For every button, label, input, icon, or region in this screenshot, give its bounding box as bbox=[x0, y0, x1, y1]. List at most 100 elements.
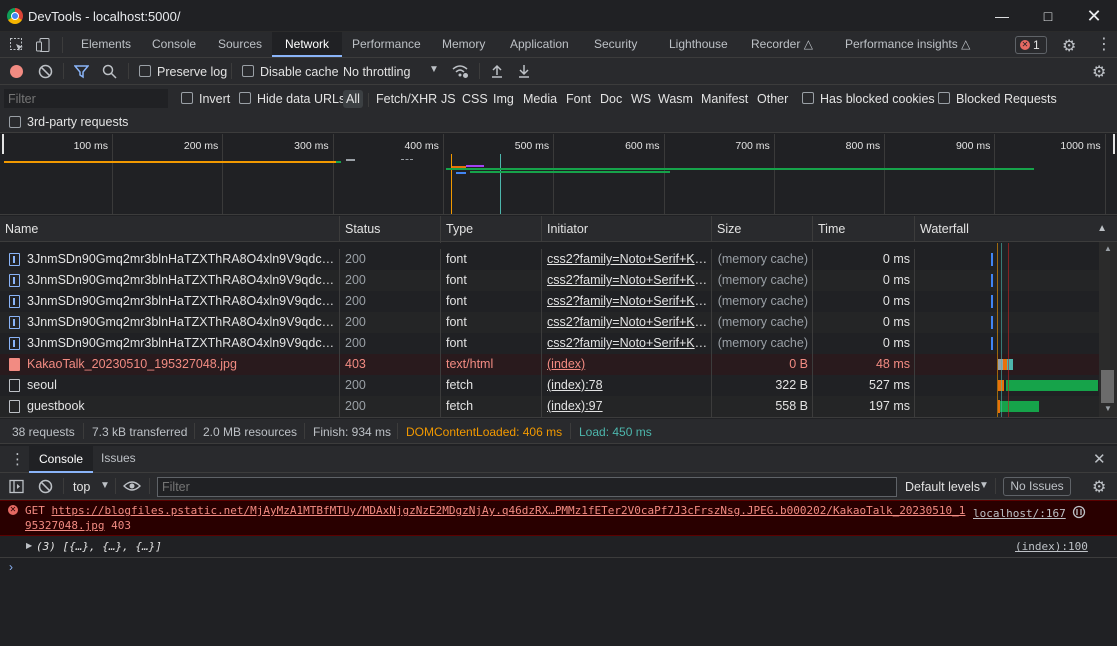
cell-initiator-text[interactable]: css2?family=Noto+Serif+KR:... bbox=[547, 273, 711, 287]
maximize-icon[interactable]: □ bbox=[1025, 0, 1071, 32]
blocked-requests-checkbox[interactable] bbox=[938, 92, 950, 104]
live-expression-eye-icon[interactable] bbox=[123, 480, 141, 492]
invert-checkbox[interactable] bbox=[181, 92, 193, 104]
chevron-down-icon[interactable]: ▼ bbox=[100, 480, 110, 491]
tab-performance[interactable]: Performance bbox=[342, 32, 431, 57]
preserve-log-checkbox[interactable] bbox=[139, 65, 151, 77]
filter-type-all[interactable]: All bbox=[343, 90, 363, 108]
disable-cache-checkbox[interactable] bbox=[242, 65, 254, 77]
filter-type-other[interactable]: Other bbox=[754, 90, 791, 108]
tab-memory[interactable]: Memory bbox=[432, 32, 495, 57]
console-prompt-icon[interactable]: › bbox=[9, 560, 13, 574]
filter-input[interactable] bbox=[4, 89, 168, 108]
show-sidebar-icon[interactable] bbox=[9, 479, 24, 494]
tab-elements[interactable]: Elements bbox=[71, 32, 141, 57]
table-row[interactable]: guestbook 200 fetch (index):97 558 B 197 ms bbox=[0, 396, 1099, 417]
filter-type-js[interactable]: JS bbox=[438, 90, 459, 108]
expand-arrow-icon[interactable]: ▶ bbox=[26, 541, 32, 550]
network-settings-gear-icon[interactable]: ⚙ bbox=[1092, 62, 1106, 82]
filter-type-font[interactable]: Font bbox=[563, 90, 594, 108]
table-row[interactable]: seoul 200 fetch (index):78 322 B 527 ms bbox=[0, 375, 1099, 396]
error-count-badge[interactable]: ✕ 1 bbox=[1015, 36, 1047, 54]
record-icon[interactable] bbox=[10, 65, 23, 78]
cell-initiator[interactable]: (index):97 bbox=[542, 396, 712, 417]
filter-type-media[interactable]: Media bbox=[520, 90, 560, 108]
search-icon[interactable] bbox=[102, 64, 117, 79]
blocked-cookies-checkbox[interactable] bbox=[802, 92, 814, 104]
insights-icon[interactable] bbox=[1072, 505, 1086, 519]
cell-initiator[interactable]: (index) bbox=[542, 354, 712, 375]
network-conditions-icon[interactable] bbox=[452, 64, 469, 79]
log-source-link[interactable]: (index):100 bbox=[1015, 540, 1088, 553]
console-settings-gear-icon[interactable]: ⚙ bbox=[1092, 477, 1106, 497]
chevron-down-icon[interactable]: ▼ bbox=[979, 480, 989, 491]
cell-initiator-text[interactable]: css2?family=Noto+Serif+KR:... bbox=[547, 252, 711, 266]
scrollbar-thumb[interactable] bbox=[1101, 370, 1114, 403]
drawer-tab-issues[interactable]: Issues bbox=[91, 446, 146, 471]
export-har-icon[interactable] bbox=[517, 64, 531, 78]
import-har-icon[interactable] bbox=[490, 64, 504, 78]
cell-initiator-text[interactable]: css2?family=Noto+Serif+KR:... bbox=[547, 336, 711, 350]
log-levels-select[interactable]: Default levels bbox=[905, 480, 980, 494]
more-options-icon[interactable]: ⋮ bbox=[1096, 34, 1112, 54]
table-row[interactable]: KakaoTalk_20230510_195327048.jpg 403 text/… bbox=[0, 354, 1099, 375]
error-url-link-cont[interactable]: 95327048.jpg bbox=[25, 519, 104, 532]
log-array-preview[interactable]: (3) [{…}, {…}, {…}] bbox=[36, 540, 162, 553]
device-toolbar-icon[interactable] bbox=[35, 37, 51, 53]
chevron-down-icon[interactable]: ▼ bbox=[429, 64, 439, 75]
inspect-element-icon[interactable] bbox=[9, 37, 25, 53]
table-row[interactable]: 3JnmSDn90Gmq2mr3blnHaTZXThRA8O4xln9V9qdc… bbox=[0, 312, 1099, 333]
drawer-menu-icon[interactable]: ⋮ bbox=[10, 450, 25, 468]
tab-console[interactable]: Console bbox=[142, 32, 206, 57]
error-source-link[interactable]: localhost/:167 bbox=[973, 507, 1066, 520]
tab-lighthouse[interactable]: Lighthouse bbox=[659, 32, 738, 57]
cell-initiator-text[interactable]: css2?family=Noto+Serif+KR:... bbox=[547, 315, 711, 329]
tab-security[interactable]: Security bbox=[584, 32, 647, 57]
tab-network[interactable]: Network bbox=[272, 32, 342, 57]
table-row[interactable]: 3JnmSDn90Gmq2mr3blnHaTZXThRA8O4xln9V9qdc… bbox=[0, 249, 1099, 270]
filter-type-ws[interactable]: WS bbox=[628, 90, 654, 108]
console-log-message[interactable]: ▶ (3) [{…}, {…}, {…}] (index):100 bbox=[0, 537, 1117, 558]
table-row[interactable]: 3JnmSDn90Gmq2mr3blnHaTZXThRA8O4xln9V9qdc… bbox=[0, 270, 1099, 291]
console-filter-input[interactable] bbox=[157, 477, 897, 497]
cell-initiator-text[interactable]: css2?family=Noto+Serif+KR:... bbox=[547, 294, 711, 308]
clear-icon[interactable] bbox=[38, 64, 53, 79]
overview-right-handle[interactable] bbox=[1113, 134, 1115, 154]
cell-initiator-text[interactable]: (index):78 bbox=[547, 378, 603, 392]
throttling-select[interactable]: No throttling bbox=[343, 65, 410, 79]
scroll-up-icon[interactable]: ▲ bbox=[1104, 244, 1112, 253]
minimize-icon[interactable]: — bbox=[979, 0, 1025, 32]
cell-initiator[interactable]: css2?family=Noto+Serif+KR:... bbox=[542, 291, 712, 312]
cell-initiator[interactable]: css2?family=Noto+Serif+KR:... bbox=[542, 270, 712, 291]
error-url-link[interactable]: https://blogfiles.pstatic.net/MjAyMzA1MT… bbox=[52, 504, 966, 517]
drawer-tab-console[interactable]: Console bbox=[29, 446, 94, 473]
cell-initiator[interactable]: css2?family=Noto+Serif+KR:... bbox=[542, 249, 712, 270]
cell-initiator[interactable]: css2?family=Noto+Serif+KR:... bbox=[542, 333, 712, 354]
cell-initiator-text[interactable]: (index):97 bbox=[547, 399, 603, 413]
overview-left-handle[interactable] bbox=[2, 134, 4, 154]
scroll-down-icon[interactable]: ▼ bbox=[1104, 404, 1112, 413]
table-scrollbar[interactable]: ▲ ▼ bbox=[1099, 242, 1117, 417]
filter-type-fetch-xhr[interactable]: Fetch/XHR bbox=[373, 90, 440, 108]
third-party-checkbox[interactable] bbox=[9, 116, 21, 128]
close-window-icon[interactable]: ✕ bbox=[1071, 0, 1117, 32]
table-row[interactable]: 3JnmSDn90Gmq2mr3blnHaTZXThRA8O4xln9V9qdc… bbox=[0, 333, 1099, 354]
filter-type-doc[interactable]: Doc bbox=[597, 90, 625, 108]
filter-type-img[interactable]: Img bbox=[490, 90, 517, 108]
cell-initiator[interactable]: (index):78 bbox=[542, 375, 712, 396]
close-drawer-icon[interactable]: ✕ bbox=[1093, 450, 1106, 468]
filter-type-manifest[interactable]: Manifest bbox=[698, 90, 751, 108]
settings-gear-icon[interactable]: ⚙ bbox=[1062, 36, 1076, 56]
no-issues-button[interactable]: No Issues bbox=[1003, 477, 1071, 496]
network-overview[interactable]: 100 ms 200 ms 300 ms 400 ms 500 ms 600 ms 700 … bbox=[0, 134, 1117, 215]
hide-data-urls-checkbox[interactable] bbox=[239, 92, 251, 104]
tab-application[interactable]: Application bbox=[500, 32, 579, 57]
tab-recorder[interactable]: Recorder △ bbox=[741, 32, 823, 57]
tab-sources[interactable]: Sources bbox=[208, 32, 272, 57]
context-select[interactable]: top bbox=[73, 480, 90, 494]
filter-type-css[interactable]: CSS bbox=[459, 90, 491, 108]
filter-type-wasm[interactable]: Wasm bbox=[655, 90, 696, 108]
cell-initiator[interactable]: css2?family=Noto+Serif+KR:... bbox=[542, 312, 712, 333]
clear-console-icon[interactable] bbox=[38, 479, 53, 494]
filter-icon[interactable] bbox=[74, 64, 89, 79]
